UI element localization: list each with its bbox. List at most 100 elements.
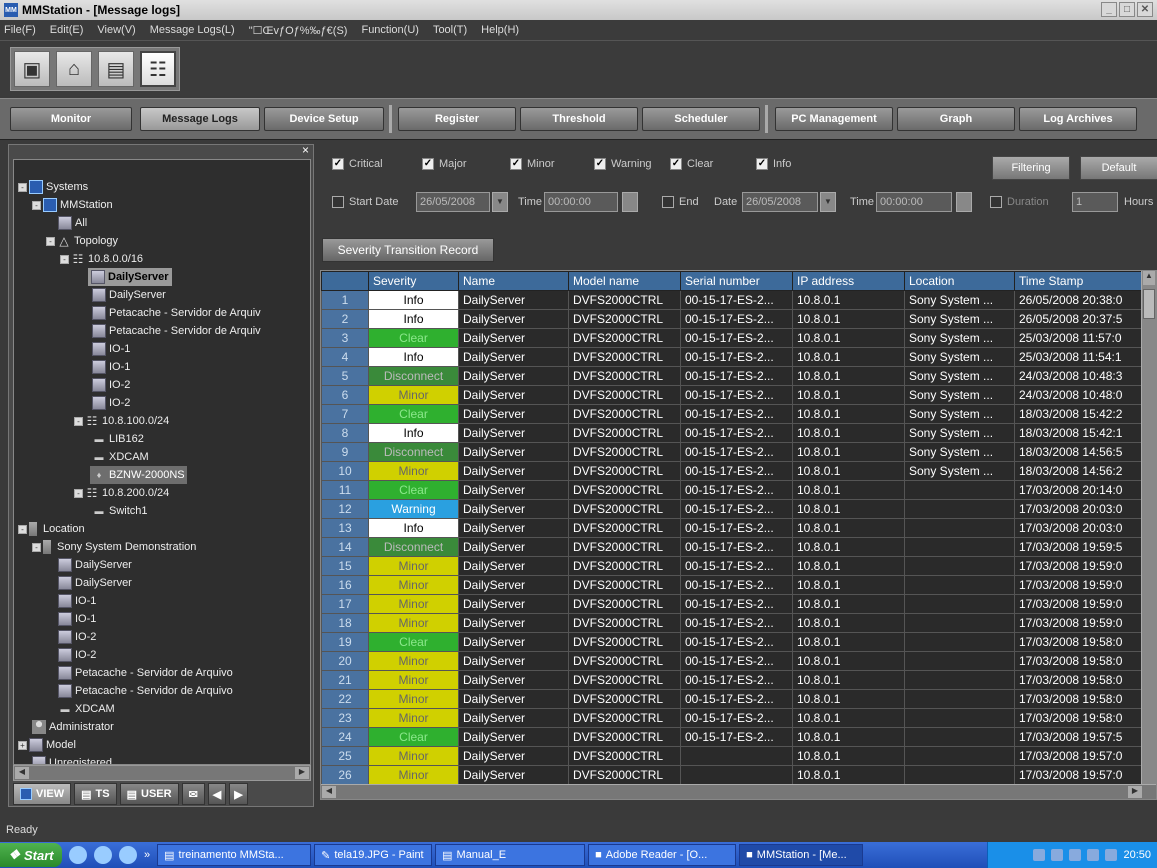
tree-node-device[interactable]: IO-1 — [92, 340, 130, 358]
security-icon[interactable] — [1087, 849, 1100, 861]
expand-icon[interactable]: + — [18, 740, 27, 750]
tree-node-device[interactable]: Petacache - Servidor de Arquiv — [92, 322, 261, 340]
tab-threshold[interactable]: Threshold — [520, 107, 638, 131]
collapse-icon[interactable]: - — [32, 200, 41, 210]
table-row[interactable]: 3 Clear DailyServer DVFS2000CTRL 00-15-17-ES… — [321, 328, 1144, 348]
column-header-time-stamp[interactable]: Time Stamp — [1014, 271, 1144, 291]
menu-settings[interactable]: "☐ŒvƒOƒ%‰ƒ€(S) — [249, 24, 348, 37]
table-row[interactable]: 12 Warning DailyServer DVFS2000CTRL 00-15-17… — [321, 499, 1144, 519]
info-checkbox[interactable]: ✓ Info — [756, 158, 791, 170]
task-folder[interactable]: ▤ treinamento MMSta... — [157, 844, 312, 866]
tab-scroll-right[interactable]: ▶ — [229, 783, 248, 805]
column-header-ip-address[interactable]: IP address — [792, 271, 905, 291]
table-row[interactable]: 2 Info DailyServer DVFS2000CTRL 00-15-17-ES-… — [321, 309, 1144, 329]
tree-node-device[interactable]: IO-1 — [58, 610, 96, 628]
tree-node-device[interactable]: Petacache - Servidor de Arquiv — [92, 304, 261, 322]
table-row[interactable]: 14 Disconnect DailyServer DVFS2000CTRL 00-15… — [321, 537, 1144, 557]
close-icon[interactable]: × — [302, 143, 309, 157]
table-row[interactable]: 13 Info DailyServer DVFS2000CTRL 00-15-17-ES… — [321, 518, 1144, 538]
tab-monitor[interactable]: Monitor — [10, 107, 132, 131]
menu-help[interactable]: Help(H) — [481, 24, 519, 36]
tree-node-topology[interactable]: - △ Topology — [46, 232, 118, 250]
table-row[interactable]: 10 Minor DailyServer DVFS2000CTRL 00-15-17-E… — [321, 461, 1144, 481]
table-row[interactable]: 9 Disconnect DailyServer DVFS2000CTRL 00-15-… — [321, 442, 1144, 462]
home-icon[interactable]: ⌂ — [56, 51, 92, 87]
column-header-severity[interactable]: Severity — [368, 271, 459, 291]
table-row[interactable]: 26 Minor DailyServer DVFS2000CTRL 10.8.0.1 17… — [321, 765, 1144, 785]
menu-message-logs[interactable]: Message Logs(L) — [150, 24, 235, 36]
tree-node-device[interactable]: IO-2 — [92, 376, 130, 394]
table-row[interactable]: 7 Clear DailyServer DVFS2000CTRL 00-15-17-ES… — [321, 404, 1144, 424]
end-date-field[interactable]: 26/05/2008 — [742, 192, 818, 212]
tab-log-archives[interactable]: Log Archives — [1019, 107, 1137, 131]
menu-edit[interactable]: Edit(E) — [50, 24, 84, 36]
table-row[interactable]: 1 Info DailyServer DVFS2000CTRL 00-15-17-ES-… — [321, 290, 1144, 310]
chevron-down-icon[interactable]: ▼ — [820, 192, 836, 212]
table-row[interactable]: 25 Minor DailyServer DVFS2000CTRL 10.8.0.1 17… — [321, 746, 1144, 766]
task-paint[interactable]: ✎ tela19.JPG - Paint — [314, 844, 433, 866]
tree-node-network[interactable]: - ☷ 10.8.0.0/16 — [60, 250, 143, 268]
tree-node-model[interactable]: + Model — [18, 736, 76, 754]
scroll-up-icon[interactable]: ▲ — [1143, 271, 1155, 285]
table-row[interactable]: 20 Minor DailyServer DVFS2000CTRL 00-15-17-E… — [321, 651, 1144, 671]
table-row[interactable]: 18 Minor DailyServer DVFS2000CTRL 00-15-17-E… — [321, 613, 1144, 633]
duration-field[interactable]: 1 — [1072, 192, 1118, 212]
tab-pc-management[interactable]: PC Management — [775, 107, 893, 131]
table-row[interactable]: 21 Minor DailyServer DVFS2000CTRL 00-15-17-E… — [321, 670, 1144, 690]
tree-node-device[interactable]: ▬ LIB162 — [92, 430, 144, 448]
table-row[interactable]: 17 Minor DailyServer DVFS2000CTRL 00-15-17-E… — [321, 594, 1144, 614]
tree-node-administrator[interactable]: Administrator — [32, 718, 114, 736]
tab-ts[interactable]: ▤ TS — [74, 783, 117, 805]
severity-transition-record-button[interactable]: Severity Transition Record — [322, 238, 494, 262]
warning-checkbox[interactable]: ✓ Warning — [594, 158, 652, 170]
help-icon[interactable] — [1033, 849, 1046, 861]
start-date-field[interactable]: 26/05/2008 — [416, 192, 490, 212]
task-mmstation[interactable]: ■ MMStation - [Me... — [739, 844, 864, 866]
tree-node-device[interactable]: ▬ Switch1 — [92, 502, 148, 520]
tree-node-mmstation[interactable]: - MMStation — [32, 196, 113, 214]
tab-register[interactable]: Register — [398, 107, 516, 131]
tree-node-device[interactable]: ♦ BZNW-2000NS — [90, 466, 187, 484]
tree-node-device[interactable]: ▬ XDCAM — [58, 700, 115, 718]
menu-tool[interactable]: Tool(T) — [433, 24, 467, 36]
tree-node-device[interactable]: Petacache - Servidor de Arquivo — [58, 664, 233, 682]
table-row[interactable]: 22 Minor DailyServer DVFS2000CTRL 00-15-17-E… — [321, 689, 1144, 709]
close-button[interactable]: ✕ — [1137, 2, 1153, 17]
scroll-right-icon[interactable]: ▶ — [1128, 786, 1142, 798]
tree-node-device[interactable]: DailyServer — [88, 268, 172, 286]
task-manual[interactable]: ▤ Manual_E — [435, 844, 586, 866]
end-date-checkbox[interactable]: End — [662, 196, 699, 208]
maximize-button[interactable]: □ — [1119, 2, 1135, 17]
tab-mail[interactable]: ✉ — [181, 783, 205, 805]
column-header-location[interactable]: Location — [904, 271, 1015, 291]
minor-checkbox[interactable]: ✓ Minor — [510, 158, 555, 170]
start-date-checkbox[interactable]: Start Date — [332, 196, 399, 208]
tree-node-device[interactable]: DailyServer — [58, 556, 132, 574]
tree-node-device[interactable]: IO-1 — [58, 592, 96, 610]
start-button[interactable]: ❖ Start — [0, 843, 62, 867]
collapse-icon[interactable]: - — [74, 488, 83, 498]
tree-node-device[interactable]: IO-2 — [58, 628, 96, 646]
collapse-icon[interactable]: - — [32, 542, 41, 552]
tree-node-location[interactable]: - Location — [18, 520, 85, 538]
tree-node-device[interactable]: DailyServer — [92, 286, 166, 304]
critical-checkbox[interactable]: ✓ Critical — [332, 158, 383, 170]
table-row[interactable]: 24 Clear DailyServer DVFS2000CTRL 00-15-17-E… — [321, 727, 1144, 747]
save-icon[interactable]: ▣ — [14, 51, 50, 87]
table-row[interactable]: 11 Clear DailyServer DVFS2000CTRL 00-15-17-E… — [321, 480, 1144, 500]
collapse-icon[interactable]: - — [18, 524, 27, 534]
tree-node-device[interactable]: IO-2 — [58, 646, 96, 664]
tree-horizontal-scrollbar[interactable]: ◀ ▶ — [13, 765, 311, 781]
browser-icon[interactable] — [119, 846, 137, 864]
network-icon[interactable] — [1069, 849, 1082, 861]
table-row[interactable]: 16 Minor DailyServer DVFS2000CTRL 00-15-17-E… — [321, 575, 1144, 595]
tree-node-all[interactable]: All — [58, 214, 87, 232]
scroll-left-icon[interactable]: ◀ — [15, 767, 29, 779]
major-checkbox[interactable]: ✓ Major — [422, 158, 467, 170]
tree-node-device[interactable]: ▬ XDCAM — [92, 448, 149, 466]
tree-node-unregistered[interactable]: Unregistered — [32, 754, 112, 764]
table-row[interactable]: 8 Info DailyServer DVFS2000CTRL 00-15-17-ES-… — [321, 423, 1144, 443]
tab-scroll-left[interactable]: ◀ — [207, 783, 227, 805]
chevron-down-icon[interactable]: ▼ — [492, 192, 508, 212]
collapse-icon[interactable]: - — [18, 182, 27, 192]
